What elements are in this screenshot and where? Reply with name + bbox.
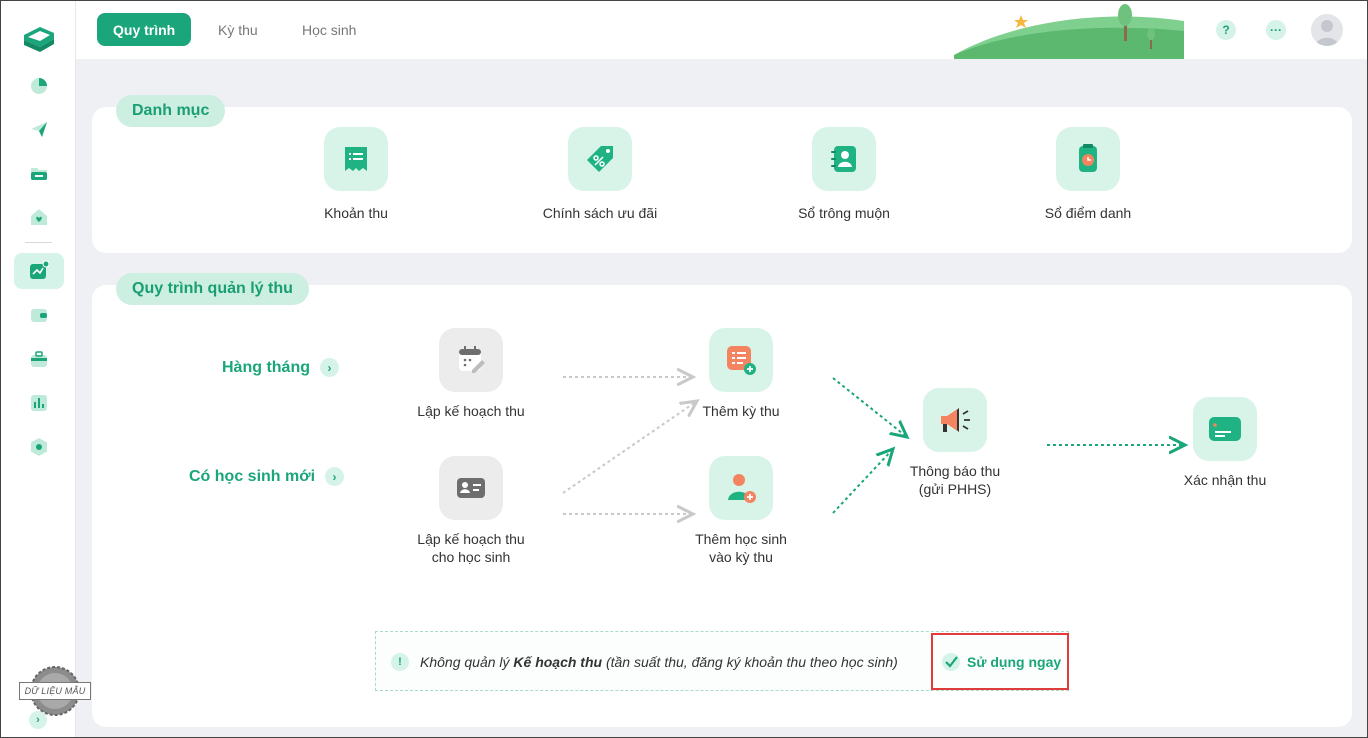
chevron-right-icon: › xyxy=(320,358,339,377)
node-label: Thông báo thu xyxy=(909,463,1001,479)
node-lap-ke-hoach-thu-hoc-sinh[interactable]: Lập kế hoạch thu cho học sinh xyxy=(391,456,551,566)
node-xac-nhan-thu[interactable]: Xác nhận thu xyxy=(1145,397,1305,489)
node-label: cho học sinh xyxy=(431,549,511,565)
node-label: (gửi PHHS) xyxy=(918,481,992,497)
notice-text: Không quản lý Kế hoạch thu (tần suất thu… xyxy=(420,654,898,670)
node-them-hoc-sinh[interactable]: Thêm học sinh vào kỳ thu xyxy=(661,456,821,566)
use-now-button[interactable]: Sử dụng ngay xyxy=(931,633,1069,690)
payment-card-icon xyxy=(1209,417,1241,441)
node-lap-ke-hoach-thu[interactable]: Lập kế hoạch thu xyxy=(391,328,551,420)
row-label: Có học sinh mới xyxy=(189,467,316,485)
check-icon xyxy=(942,652,960,671)
notice-text-part: (tần suất thu, đăng ký khoản thu theo họ… xyxy=(602,654,898,670)
megaphone-icon xyxy=(941,408,970,432)
row-hang-thang[interactable]: Hàng tháng › xyxy=(222,358,339,377)
node-label: Thêm kỳ thu xyxy=(702,403,780,419)
use-now-label: Sử dụng ngay xyxy=(967,653,1062,670)
add-student-icon xyxy=(728,474,756,503)
row-co-hoc-sinh-moi[interactable]: Có học sinh mới › xyxy=(189,467,345,486)
notice-text-bold: Kế hoạch thu xyxy=(513,654,603,670)
notice-text-part: Không quản lý xyxy=(420,654,514,670)
node-label: Lập kế hoạch thu xyxy=(417,531,525,547)
info-icon: ! xyxy=(391,653,409,671)
calendar-edit-icon xyxy=(459,346,485,373)
id-card-icon xyxy=(457,478,485,498)
node-them-ky-thu[interactable]: Thêm kỳ thu xyxy=(661,328,821,420)
node-label: Thêm học sinh xyxy=(695,531,787,547)
node-label: vào kỳ thu xyxy=(709,549,773,565)
chevron-right-icon: › xyxy=(325,467,345,486)
list-add-icon xyxy=(727,346,756,375)
row-label: Hàng tháng xyxy=(222,358,310,376)
node-label: Lập kế hoạch thu xyxy=(417,403,525,419)
node-thong-bao-thu[interactable]: Thông báo thu (gửi PHHS) xyxy=(875,388,1035,498)
node-label: Xác nhận thu xyxy=(1183,472,1267,488)
